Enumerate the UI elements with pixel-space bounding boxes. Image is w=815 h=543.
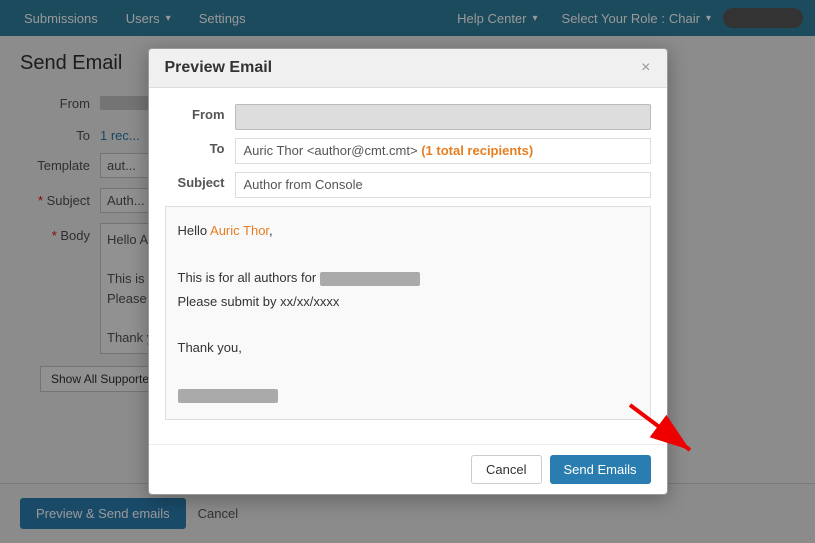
modal-from-field: From: [165, 104, 651, 130]
modal-header: Preview Email ×: [149, 49, 667, 88]
modal-email-body: Hello Auric Thor, This is for all author…: [165, 206, 651, 419]
modal-footer: Cancel Send Emails: [149, 444, 667, 494]
preview-email-modal: Preview Email × From To Auric Thor <auth…: [148, 48, 668, 494]
email-line2: This is for all authors for: [178, 266, 638, 289]
modal-subject-value: Author from Console: [235, 172, 651, 198]
modal-close-button[interactable]: ×: [641, 59, 650, 77]
modal-subject-label: Subject: [165, 172, 235, 190]
email-name: Auric Thor: [210, 223, 269, 238]
modal-to-label: To: [165, 138, 235, 156]
modal-to-value: Auric Thor <author@cmt.cmt> (1 total rec…: [235, 138, 651, 164]
email-line4: Thank you,: [178, 336, 638, 359]
modal-body: From To Auric Thor <author@cmt.cmt> (1 t…: [149, 88, 667, 443]
modal-overlay: Preview Email × From To Auric Thor <auth…: [0, 0, 815, 543]
modal-to-email: Auric Thor <author@cmt.cmt>: [244, 143, 418, 158]
modal-from-label: From: [165, 104, 235, 122]
email-blurred2: [178, 389, 278, 403]
modal-to-field: To Auric Thor <author@cmt.cmt> (1 total …: [165, 138, 651, 164]
modal-from-value: [235, 104, 651, 130]
modal-recipient-count: (1 total recipients): [421, 143, 533, 158]
email-line3: Please submit by xx/xx/xxxx: [178, 290, 638, 313]
modal-subject-field: Subject Author from Console: [165, 172, 651, 198]
modal-cancel-button[interactable]: Cancel: [471, 455, 541, 484]
modal-title: Preview Email: [165, 59, 273, 77]
email-blurred1: [320, 272, 420, 286]
email-greeting: Hello Auric Thor,: [178, 219, 638, 242]
modal-send-button[interactable]: Send Emails: [550, 455, 651, 484]
